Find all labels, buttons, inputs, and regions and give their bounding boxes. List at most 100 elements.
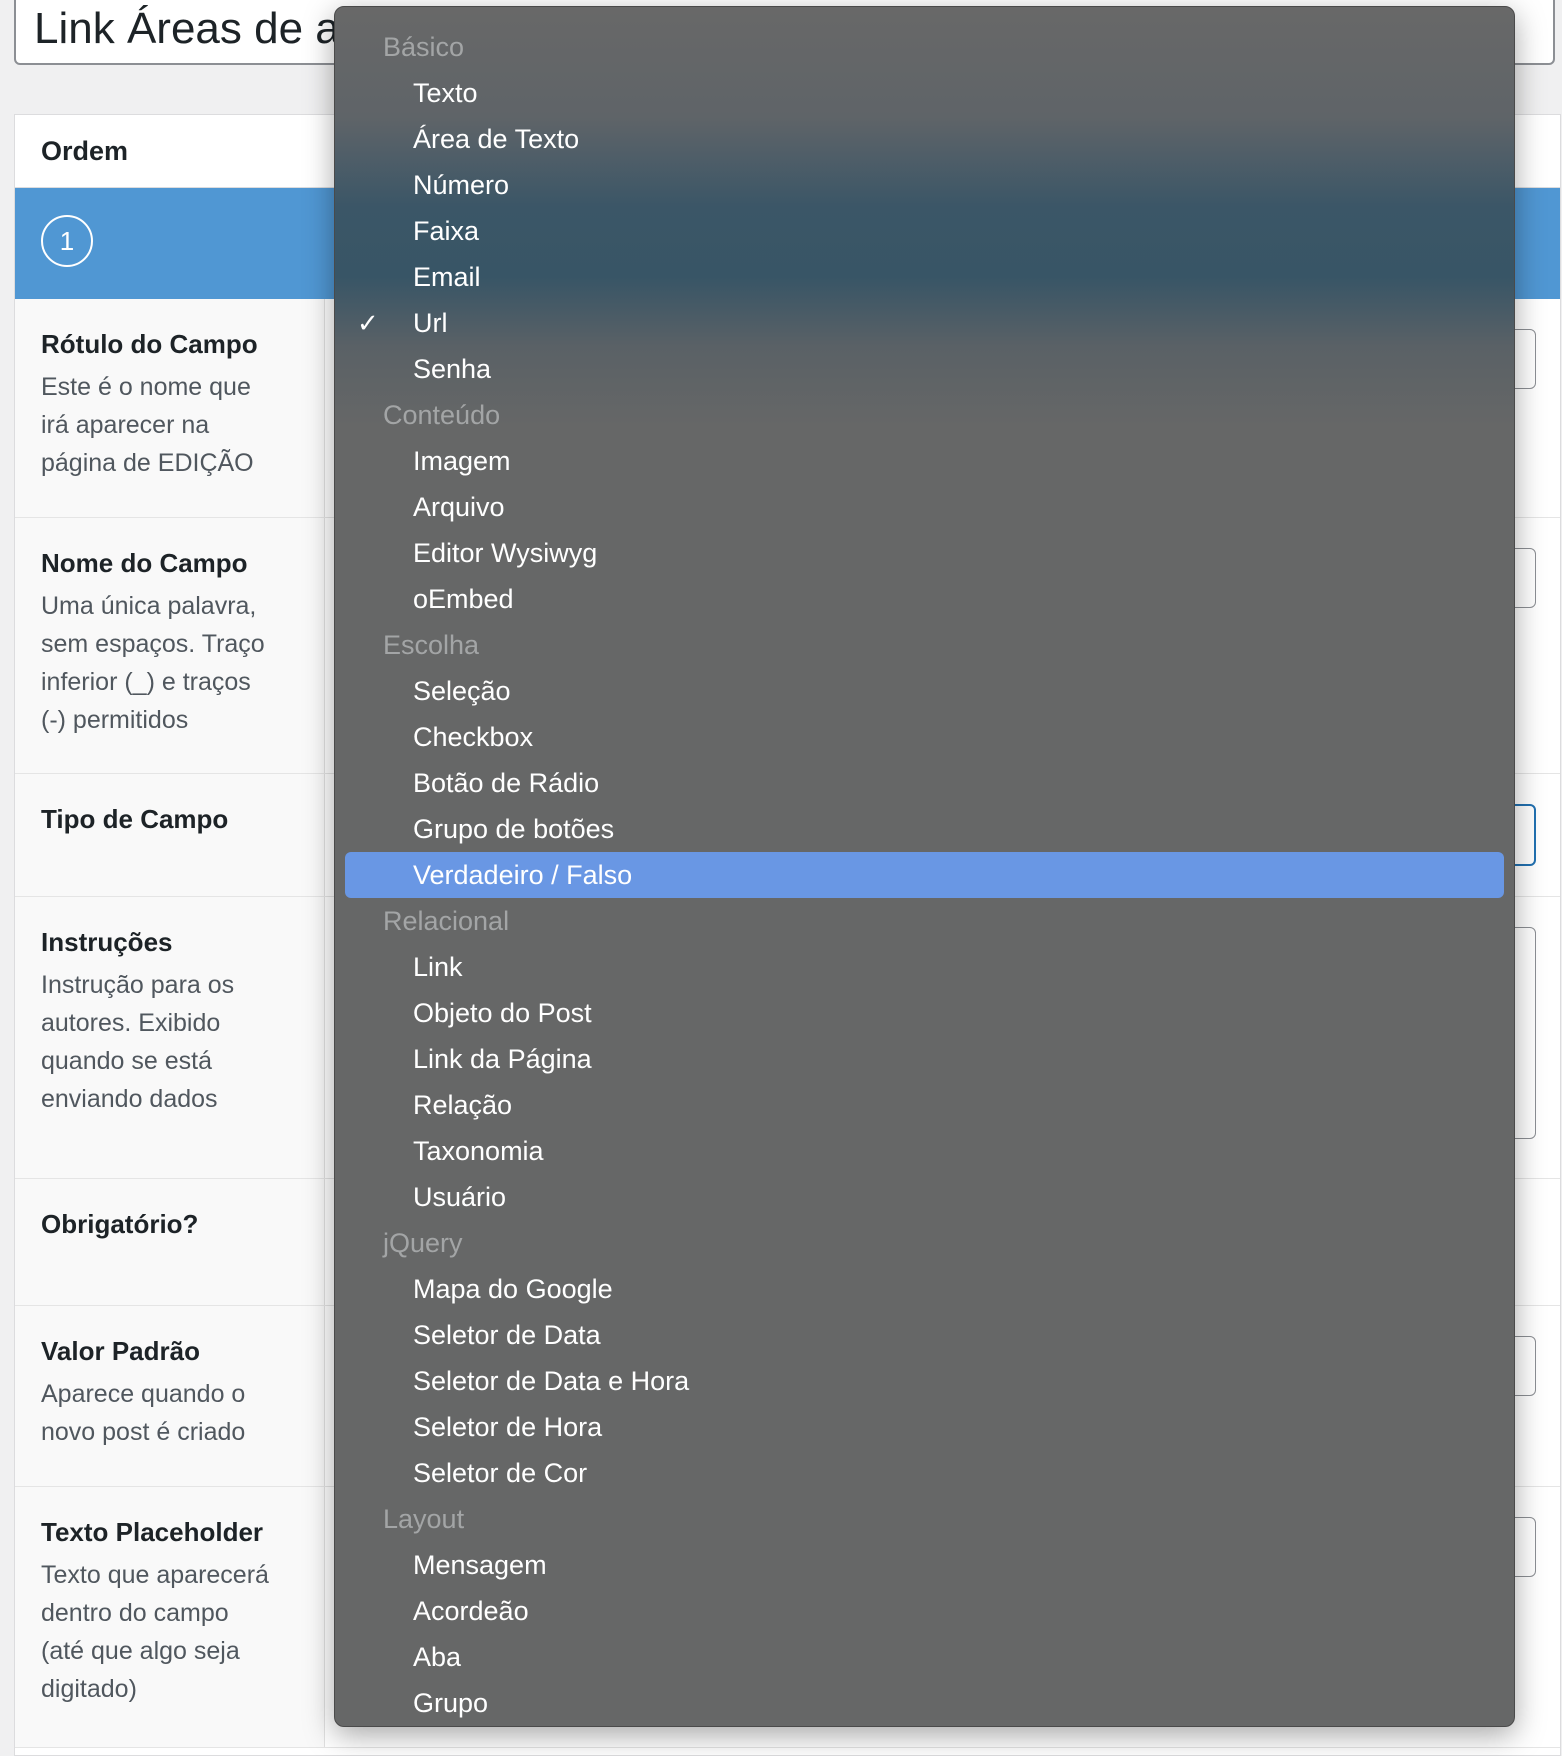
dropdown-option[interactable]: Email bbox=[335, 254, 1514, 300]
setting-description: sem espaços. Traço bbox=[41, 630, 265, 658]
setting-title: Valor Padrão bbox=[41, 1336, 200, 1366]
setting-label: Nome do Campo Uma única palavra, sem espaç… bbox=[15, 518, 325, 773]
setting-description: página de EDIÇÃO bbox=[41, 449, 254, 477]
setting-description: (até que algo seja bbox=[41, 1637, 240, 1665]
option-label: Conteúdo bbox=[383, 399, 501, 430]
option-label: Mapa do Google bbox=[413, 1273, 613, 1304]
dropdown-option[interactable]: Aba bbox=[335, 1634, 1514, 1680]
option-label: Mensagem bbox=[413, 1549, 547, 1580]
dropdown-option[interactable]: Checkbox bbox=[335, 714, 1514, 760]
setting-description: irá aparecer na bbox=[41, 411, 210, 439]
option-label: Relacional bbox=[383, 905, 510, 936]
dropdown-option[interactable]: Mensagem bbox=[335, 1542, 1514, 1588]
setting-label: Obrigatório? bbox=[15, 1179, 325, 1305]
option-label: Url bbox=[413, 307, 448, 338]
dropdown-option[interactable]: Grupo bbox=[335, 1680, 1514, 1726]
dropdown-option[interactable]: oEmbed bbox=[335, 576, 1514, 622]
setting-description: Texto que aparecerá bbox=[41, 1561, 269, 1589]
option-group-label: Básico bbox=[335, 24, 1514, 70]
setting-label: Valor Padrão Aparece quando o novo post é … bbox=[15, 1306, 325, 1486]
dropdown-option[interactable]: Texto bbox=[335, 70, 1514, 116]
option-label: Aba bbox=[413, 1641, 462, 1672]
option-label: Senha bbox=[413, 353, 492, 384]
option-label: Básico bbox=[383, 31, 465, 62]
option-group-label: Escolha bbox=[335, 622, 1514, 668]
setting-label: Texto Placeholder Texto que aparecerá dent… bbox=[15, 1487, 325, 1747]
option-label: Seletor de Cor bbox=[413, 1457, 588, 1488]
setting-label: Rótulo do Campo Este é o nome que irá apar… bbox=[15, 299, 325, 517]
dropdown-option[interactable]: Seletor de Cor bbox=[335, 1450, 1514, 1496]
option-label: Número bbox=[413, 169, 510, 200]
setting-description: dentro do campo bbox=[41, 1599, 229, 1627]
option-label: Imagem bbox=[413, 445, 511, 476]
option-label: Grupo de botões bbox=[413, 813, 615, 844]
dropdown-option[interactable]: Número bbox=[335, 162, 1514, 208]
setting-description: Instrução para os bbox=[41, 971, 235, 999]
dropdown-option[interactable]: Seletor de Data e Hora bbox=[335, 1358, 1514, 1404]
option-group-label: Conteúdo bbox=[335, 392, 1514, 438]
dropdown-option[interactable]: Arquivo bbox=[335, 484, 1514, 530]
option-label: Objeto do Post bbox=[413, 997, 592, 1028]
order-badge: 1 bbox=[41, 215, 93, 267]
dropdown-option[interactable]: Grupo de botões bbox=[335, 806, 1514, 852]
dropdown-option[interactable]: Relação bbox=[335, 1082, 1514, 1128]
option-label: Link da Página bbox=[413, 1043, 592, 1074]
dropdown-option[interactable]: Taxonomia bbox=[335, 1128, 1514, 1174]
option-label: Email bbox=[413, 261, 481, 292]
dropdown-option[interactable]: Link da Página bbox=[335, 1036, 1514, 1082]
dropdown-option[interactable]: Mapa do Google bbox=[335, 1266, 1514, 1312]
option-label: Relação bbox=[413, 1089, 513, 1120]
option-label: Seletor de Data e Hora bbox=[413, 1365, 690, 1396]
option-label: Arquivo bbox=[413, 491, 505, 522]
dropdown-option[interactable]: Seleção bbox=[335, 668, 1514, 714]
dropdown-option[interactable]: Senha bbox=[335, 346, 1514, 392]
setting-description: digitado) bbox=[41, 1675, 137, 1703]
option-label: Verdadeiro / Falso bbox=[413, 859, 633, 890]
dropdown-option[interactable]: Área de Texto bbox=[335, 116, 1514, 162]
setting-description: Uma única palavra, bbox=[41, 592, 257, 620]
setting-title: Texto Placeholder bbox=[41, 1517, 264, 1547]
option-label: Taxonomia bbox=[413, 1135, 544, 1166]
dropdown-option[interactable]: Faixa bbox=[335, 208, 1514, 254]
setting-description: (-) permitidos bbox=[41, 706, 189, 734]
option-label: Acordeão bbox=[413, 1595, 529, 1626]
setting-title: Obrigatório? bbox=[41, 1209, 199, 1239]
setting-label: Tipo de Campo bbox=[15, 774, 325, 896]
dropdown-option[interactable]: Seletor de Hora bbox=[335, 1404, 1514, 1450]
dropdown-option[interactable]: Seletor de Data bbox=[335, 1312, 1514, 1358]
setting-description: autores. Exibido bbox=[41, 1009, 221, 1037]
dropdown-option[interactable]: Imagem bbox=[335, 438, 1514, 484]
option-label: Grupo bbox=[413, 1687, 489, 1718]
setting-description: Este é o nome que bbox=[41, 373, 251, 401]
dropdown-option[interactable]: Acordeão bbox=[335, 1588, 1514, 1634]
option-group-label: jQuery bbox=[335, 1220, 1514, 1266]
dropdown-option[interactable]: Botão de Rádio bbox=[335, 760, 1514, 806]
option-label: Texto bbox=[413, 77, 478, 108]
setting-description: Aparece quando o bbox=[41, 1380, 246, 1408]
option-label: Botão de Rádio bbox=[413, 767, 600, 798]
option-label: Faixa bbox=[413, 215, 480, 246]
dropdown-option[interactable]: ✓ Url bbox=[335, 300, 1514, 346]
setting-description: novo post é criado bbox=[41, 1418, 246, 1446]
option-label: Área de Texto bbox=[413, 123, 580, 154]
dropdown-option[interactable]: Verdadeiro / Falso bbox=[345, 852, 1504, 898]
setting-title: Instruções bbox=[41, 927, 173, 957]
dropdown-option[interactable]: Objeto do Post bbox=[335, 990, 1514, 1036]
option-label: Checkbox bbox=[413, 721, 534, 752]
setting-title: Tipo de Campo bbox=[41, 804, 229, 834]
option-label: Seletor de Hora bbox=[413, 1411, 603, 1442]
dropdown-option[interactable]: Link bbox=[335, 944, 1514, 990]
option-label: Seleção bbox=[413, 675, 511, 706]
option-group-label: Layout bbox=[335, 1496, 1514, 1542]
option-label: oEmbed bbox=[413, 583, 514, 614]
setting-label: Instruções Instrução para os autores. Exib… bbox=[15, 897, 325, 1178]
field-type-dropdown-menu[interactable]: Básico Texto Área de Texto Número Faixa Email… bbox=[334, 6, 1515, 1727]
option-label: jQuery bbox=[383, 1227, 463, 1258]
option-label: Editor Wysiwyg bbox=[413, 537, 598, 568]
dropdown-option[interactable]: Usuário bbox=[335, 1174, 1514, 1220]
checkmark-icon: ✓ bbox=[357, 307, 379, 338]
option-label: Seletor de Data bbox=[413, 1319, 601, 1350]
setting-description: enviando dados bbox=[41, 1085, 218, 1113]
dropdown-option[interactable]: Editor Wysiwyg bbox=[335, 530, 1514, 576]
setting-description: inferior (_) e traços bbox=[41, 668, 251, 696]
